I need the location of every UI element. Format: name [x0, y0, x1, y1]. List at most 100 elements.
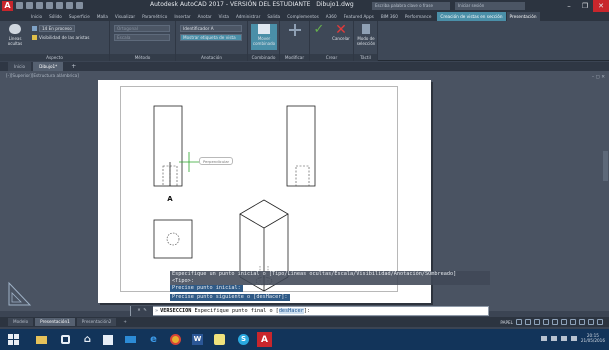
system-tray: 20:15 21/05/2016: [540, 333, 605, 343]
tab-featured-apps[interactable]: Featured Apps: [341, 12, 377, 21]
layout-tab-model[interactable]: Modelo: [8, 318, 34, 326]
tab-salida[interactable]: Salida: [264, 12, 283, 21]
identifier-field[interactable]: Identificador A: [180, 25, 242, 32]
close-button[interactable]: ✕: [593, 0, 609, 12]
tab-vista[interactable]: Vista: [216, 12, 232, 21]
hidden-lines-button[interactable]: Líneas ocultas: [2, 24, 28, 50]
tab-inicio[interactable]: Inicio: [28, 12, 45, 21]
save-icon[interactable]: [36, 2, 43, 9]
tab-presentacion[interactable]: Presentación: [506, 12, 540, 21]
word-icon[interactable]: W: [190, 332, 205, 347]
file-tab-inicio[interactable]: Inicio: [8, 62, 32, 71]
top-view-rect[interactable]: [153, 219, 193, 259]
tab-complementos[interactable]: Complementos: [284, 12, 322, 21]
tab-performance[interactable]: Performance: [402, 12, 435, 21]
restore-button[interactable]: ❐: [577, 0, 593, 12]
command-prompt-icon[interactable]: »: [153, 308, 160, 314]
tab-anotar[interactable]: Anotar: [195, 12, 215, 21]
cancel-label: Cancelar: [332, 36, 350, 41]
tab-administrar[interactable]: Administrar: [233, 12, 263, 21]
undo-icon[interactable]: [66, 2, 73, 9]
chrome-icon[interactable]: [168, 332, 183, 347]
tab-parametrico[interactable]: Paramétrico: [139, 12, 170, 21]
lineweight-icon[interactable]: [570, 319, 576, 325]
command-input[interactable]: VERSECCION Especifique punto final o [de…: [160, 308, 310, 314]
viewport-controls[interactable]: [-][Superior][Estructura alámbrica]: [6, 73, 79, 78]
tab-malla[interactable]: Malla: [94, 12, 111, 21]
minimize-button[interactable]: –: [561, 0, 577, 12]
snap-icon[interactable]: [525, 319, 531, 325]
new-file-tab-button[interactable]: +: [65, 62, 82, 71]
search-input[interactable]: Escriba palabra clave o frase: [372, 2, 450, 10]
method-row-2: Escala: [114, 34, 170, 41]
combine-button[interactable]: Mover combinado: [251, 24, 277, 50]
cancel-button[interactable]: ✕ Cancelar: [328, 23, 354, 50]
annotation-scale-icon[interactable]: [579, 319, 585, 325]
autocad-logo-icon[interactable]: A: [2, 1, 13, 11]
battery-icon[interactable]: [570, 335, 577, 341]
tab-superficie[interactable]: Superficie: [66, 12, 93, 21]
customize-icon[interactable]: [597, 319, 603, 325]
edge-icon[interactable]: e: [146, 332, 161, 347]
clock[interactable]: 20:15 21/05/2016: [581, 333, 605, 343]
command-line-buttons[interactable]: ✕ ✎: [131, 306, 153, 316]
navigation-bar[interactable]: [603, 151, 608, 181]
drawing-geometry[interactable]: A: [98, 80, 431, 303]
polar-icon[interactable]: [543, 319, 549, 325]
grid-icon[interactable]: [516, 319, 522, 325]
network-icon[interactable]: [550, 335, 557, 341]
layout-paper[interactable]: A: [98, 80, 431, 303]
visibility-row[interactable]: Visibilidad de las aristas: [32, 34, 89, 41]
osnap-icon[interactable]: [552, 319, 558, 325]
tab-a360[interactable]: A360: [323, 12, 340, 21]
save-as-icon[interactable]: [46, 2, 53, 9]
new-icon[interactable]: [16, 2, 23, 9]
home-icon[interactable]: ⌂: [80, 332, 95, 347]
volume-icon[interactable]: [560, 335, 567, 341]
style-dropdown[interactable]: 14 En proceso: [39, 25, 75, 32]
paint-icon[interactable]: [212, 332, 227, 347]
mail-icon[interactable]: [123, 332, 138, 347]
keyboard-icon[interactable]: [540, 335, 547, 341]
file-explorer-icon[interactable]: [34, 332, 49, 347]
viewport-options-icon[interactable]: – ▢ ✕: [592, 75, 605, 80]
print-icon[interactable]: [56, 2, 63, 9]
method-dropdown[interactable]: Ortogonal: [114, 25, 170, 32]
iso-top-face[interactable]: [239, 199, 289, 229]
layout-tab-presentacion1[interactable]: Presentación1: [35, 318, 75, 326]
workspace-icon[interactable]: [588, 319, 594, 325]
move-button[interactable]: [282, 24, 308, 50]
window-title: Autodesk AutoCAD 2017 - VERSIÓN DEL ESTU…: [150, 1, 354, 8]
redo-icon[interactable]: [76, 2, 83, 9]
start-button[interactable]: [6, 332, 21, 347]
tab-insertar[interactable]: Insertar: [171, 12, 193, 21]
paper-space-toggle[interactable]: PAPEL: [500, 320, 513, 325]
file-tab-dibujo1[interactable]: Dibujo1*: [33, 62, 64, 71]
history-line: Precise punto inicial:: [170, 285, 243, 292]
tab-bim360[interactable]: BIM 360: [378, 12, 401, 21]
new-layout-button[interactable]: +: [118, 318, 132, 326]
command-line[interactable]: ✕ ✎ » VERSECCION Especifique punto final…: [130, 306, 489, 316]
show-view-label-toggle[interactable]: Mostrar etiqueta de vista: [180, 34, 242, 41]
otrack-icon[interactable]: [561, 319, 567, 325]
autocad-taskbar-icon[interactable]: A: [257, 332, 272, 347]
skype-icon[interactable]: S: [236, 332, 251, 347]
side-view-rect[interactable]: [286, 105, 316, 187]
ok-button[interactable]: ✓: [310, 23, 328, 50]
tab-solido[interactable]: Sólido: [46, 12, 65, 21]
open-icon[interactable]: [26, 2, 33, 9]
view-label-a[interactable]: A: [167, 195, 173, 203]
selection-mode-button[interactable]: Modo de selección: [354, 24, 378, 50]
tab-section-view[interactable]: Creación de vistas en sección: [437, 12, 506, 21]
undo-keyword[interactable]: desHacer: [278, 308, 304, 314]
scale-dropdown[interactable]: Escala: [114, 34, 170, 41]
store-icon[interactable]: [100, 332, 115, 347]
sign-in-button[interactable]: Iniciar sesión: [455, 2, 525, 10]
method-row-1: Ortogonal: [114, 25, 170, 32]
front-view-rect[interactable]: [153, 105, 183, 187]
layout-tab-presentacion2[interactable]: Presentación2: [76, 318, 117, 326]
search-icon[interactable]: [58, 332, 73, 347]
ortho-icon[interactable]: [534, 319, 540, 325]
tab-visualizar[interactable]: Visualizar: [112, 12, 138, 21]
layout-tabs: Modelo Presentación1 Presentación2 +: [8, 318, 132, 326]
